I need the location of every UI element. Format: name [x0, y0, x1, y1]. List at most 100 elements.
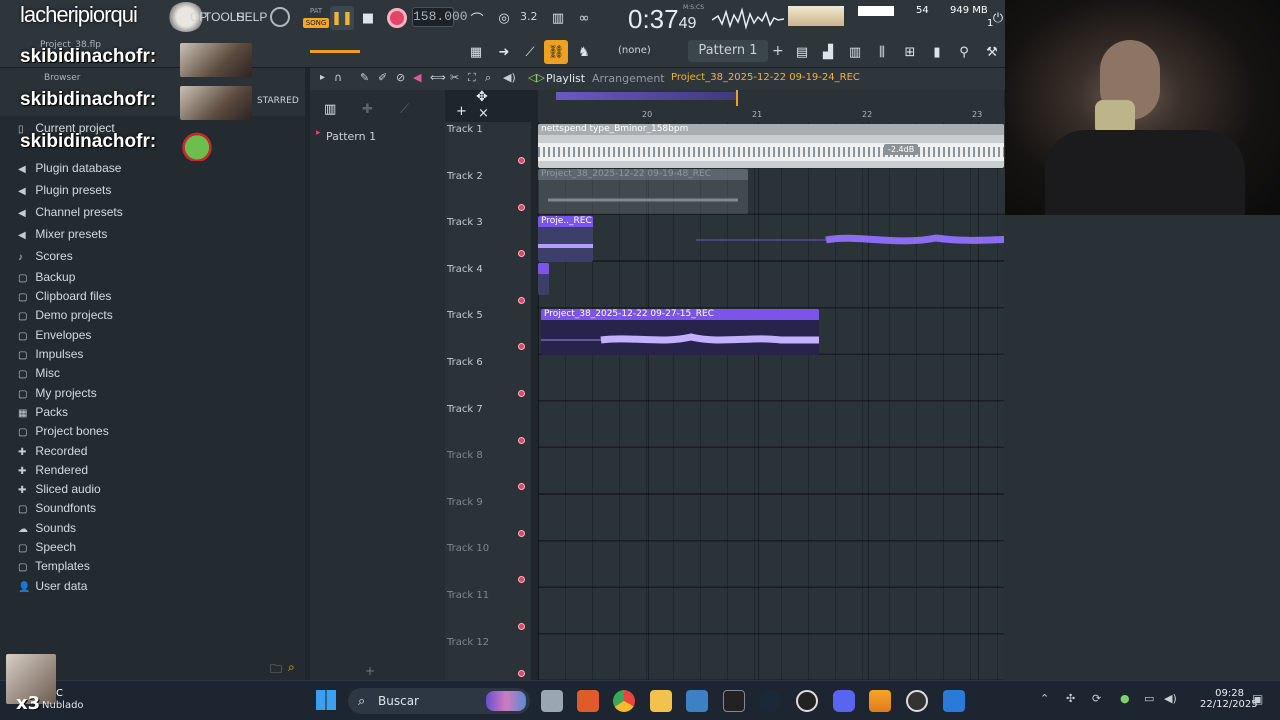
tray-sync-icon[interactable]: ⟳ — [1092, 692, 1101, 705]
stop-button[interactable]: ■ — [356, 6, 380, 30]
steam-icon[interactable] — [759, 690, 781, 712]
browser-item-channel-presets[interactable]: ◀ Channel presets — [18, 204, 123, 220]
tools-icon[interactable]: ⚒ — [980, 40, 1004, 64]
browser-item-project-bones[interactable]: ▢ Project bones — [18, 423, 109, 439]
media-player-icon[interactable] — [906, 690, 928, 712]
tempo-display[interactable]: 158.000 — [412, 7, 468, 27]
browser-item-plugin-database[interactable]: ◀ Plugin database — [18, 160, 121, 176]
playlist-window-icon[interactable]: ▤ — [790, 40, 814, 64]
folder-icon[interactable]: 🗀 — [270, 660, 282, 681]
browser-item-demo-projects[interactable]: ▢ Demo projects — [18, 307, 113, 323]
browser-item-plugin-presets[interactable]: ◀ Plugin presets — [18, 182, 111, 198]
starred-filter[interactable]: STARRED — [257, 96, 299, 106]
browser-item-soundfonts[interactable]: ▢ Soundfonts — [18, 500, 96, 516]
tray-mic-icon[interactable]: ● — [1120, 692, 1130, 705]
browser-item-mixer-presets[interactable]: ◀ Mixer presets — [18, 226, 107, 242]
snap-link-icon[interactable]: ⛓ — [544, 40, 568, 64]
slip-icon[interactable]: ⟺ — [430, 71, 446, 84]
add-pattern-bottom-icon[interactable]: + — [365, 664, 375, 678]
channel-rack-icon[interactable]: ▟ — [816, 40, 840, 64]
playlist-menu-arrow-icon[interactable]: ▸ — [320, 72, 325, 83]
plugin-add-icon[interactable]: ✚ — [362, 102, 373, 117]
task-view-icon[interactable] — [541, 690, 563, 712]
close-icon[interactable]: × — [478, 106, 489, 121]
windows-start-icon[interactable] — [316, 690, 336, 710]
track-name-9[interactable]: Track 9 — [447, 497, 483, 508]
pencil-icon[interactable]: ✎ — [360, 71, 369, 84]
discord-icon[interactable] — [833, 690, 855, 712]
chrome-icon[interactable] — [613, 690, 635, 712]
track-record-arm-11[interactable] — [518, 623, 525, 630]
taskbar-clock[interactable]: 09:28 22/12/2025 — [1200, 688, 1258, 710]
browser-item-recorded[interactable]: ✚ Recorded — [18, 443, 87, 459]
track-name-2[interactable]: Track 2 — [447, 171, 483, 182]
browser-tree-icon[interactable]: ⊞ — [898, 40, 922, 64]
move-icon[interactable]: ✥ — [476, 89, 488, 105]
step-edit-icon[interactable]: ▥ — [546, 6, 570, 30]
playback-icon[interactable]: ◀) — [503, 71, 516, 84]
track-record-arm-9[interactable] — [518, 529, 525, 537]
browser-item-misc[interactable]: ▢ Misc — [18, 365, 60, 381]
fl-studio-icon[interactable] — [869, 690, 891, 712]
zoom-icon[interactable]: ⌕ — [485, 71, 491, 85]
add-pattern-icon[interactable]: + — [772, 43, 784, 59]
browser-item-sounds[interactable]: ☁ Sounds — [18, 520, 76, 536]
pat-song-toggle[interactable]: PAT SONG — [303, 6, 329, 32]
slice-icon[interactable]: ✂ — [450, 71, 459, 84]
browser-item-sliced-audio[interactable]: ✚ Sliced audio — [18, 481, 101, 497]
epic-games-icon[interactable] — [723, 690, 745, 712]
browser-item-scores[interactable]: ♪ Scores — [18, 248, 73, 264]
tray-app-icon[interactable]: ✣ — [1066, 692, 1075, 705]
record-button[interactable] — [387, 8, 407, 28]
browser-item-rendered[interactable]: ✚ Rendered — [18, 462, 88, 478]
audio-clip-track4[interactable] — [538, 263, 549, 295]
project-icon[interactable]: ▮ — [925, 40, 949, 64]
slide-icon[interactable]: ⟋ — [518, 40, 542, 64]
paint-icon[interactable] — [943, 690, 965, 712]
search-icon[interactable]: ⌕ — [288, 660, 295, 675]
add-track-icon[interactable]: + — [456, 104, 467, 119]
metronome-icon[interactable]: ⌒ — [465, 6, 489, 30]
brush-icon[interactable]: ✐ — [378, 71, 387, 84]
arrangement-selector[interactable]: Project_38_2025-12-22 09-19-24_REC — [671, 72, 860, 83]
arrow-right-icon[interactable]: ➜ — [492, 40, 516, 64]
playlist-play-icon[interactable]: ◁▷ — [528, 71, 545, 84]
audio-clip-track5[interactable]: Project_38_2025-12-22 09-27-15_REC — [541, 309, 819, 355]
audio-clip-track3[interactable]: Proje.._REC — [538, 216, 593, 262]
main-pitch-slider[interactable] — [310, 50, 360, 53]
track-name-3[interactable]: Track 3 — [447, 217, 483, 228]
track-record-arm-4[interactable] — [518, 296, 525, 304]
brave-icon[interactable] — [577, 690, 599, 712]
audio-add-icon[interactable]: ⟋ — [400, 102, 409, 117]
file-explorer-icon[interactable] — [650, 690, 672, 712]
track-name-8[interactable]: Track 8 — [447, 450, 483, 461]
select-icon[interactable]: ⛶ — [468, 71, 476, 85]
delete-icon[interactable]: ⊘ — [396, 71, 405, 84]
stamp-icon[interactable]: ♞ — [572, 40, 596, 64]
mixer-icon[interactable]: ⫼ — [870, 40, 894, 64]
magnet-icon[interactable]: ∩ — [334, 71, 342, 84]
piano-roll-window-icon[interactable]: ▥ — [843, 40, 867, 64]
browser-item-backup[interactable]: ▢ Backup — [18, 269, 75, 285]
obs-icon[interactable] — [796, 690, 818, 712]
snap-select[interactable]: (none) — [618, 45, 651, 56]
track-record-arm-2[interactable] — [518, 203, 525, 211]
track-name-10[interactable]: Track 10 — [447, 543, 489, 554]
tray-chevron-icon[interactable]: ⌃ — [1040, 692, 1049, 705]
network-icon[interactable]: ▭ — [1144, 692, 1154, 705]
pattern-item-1[interactable]: Pattern 1 — [326, 130, 376, 143]
piano-roll-icon[interactable]: ▦ — [464, 40, 488, 64]
track-name-6[interactable]: Track 6 — [447, 357, 483, 368]
track-name-1[interactable]: Track 1 — [447, 124, 483, 135]
browser-item-user-data[interactable]: 👤 User data — [18, 578, 87, 594]
menu-help[interactable]: HELP — [236, 10, 267, 24]
browser-item-speech[interactable]: ▢ Speech — [18, 539, 76, 555]
pattern-selector[interactable]: Pattern 1 — [688, 40, 768, 62]
browser-item-clipboard-files[interactable]: ▢ Clipboard files — [18, 288, 111, 304]
browser-item-my-projects[interactable]: ▢ My projects — [18, 385, 97, 401]
browser-item-envelopes[interactable]: ▢ Envelopes — [18, 327, 91, 343]
notification-icon[interactable]: ▣ — [1252, 692, 1263, 706]
pause-button[interactable]: ❚❚ — [330, 6, 354, 30]
track-name-7[interactable]: Track 7 — [447, 404, 483, 415]
audio-clip-track1[interactable]: nettspend type_Bminor_158bpm — [538, 124, 1004, 168]
